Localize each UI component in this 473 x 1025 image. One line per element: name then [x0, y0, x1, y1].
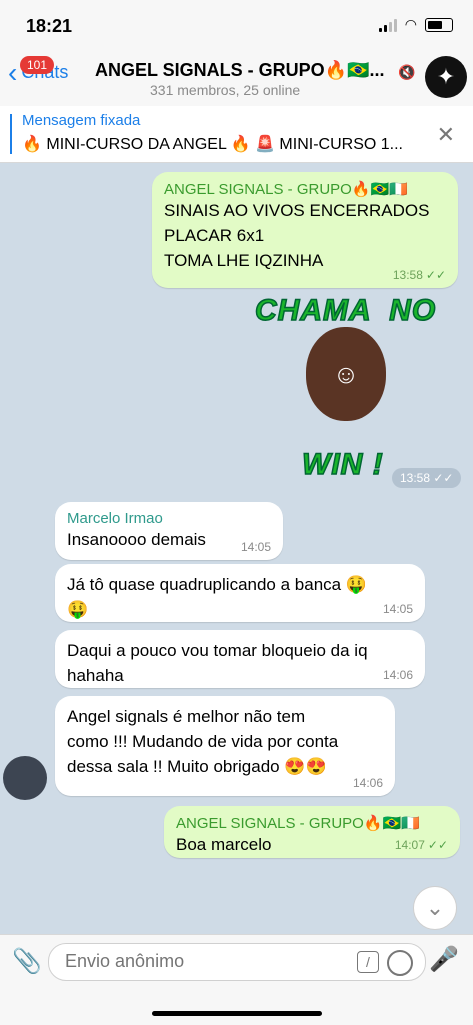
sticker-time: 13:58 ✓✓	[392, 468, 462, 488]
message-input-box[interactable]: /	[48, 943, 426, 981]
unread-badge: 101	[20, 56, 55, 74]
message-sender: Marcelo Irmao	[67, 510, 163, 527]
message-time: 14:06	[382, 668, 413, 682]
composer: 📎 / 🎤	[0, 934, 473, 1025]
message-list[interactable]: ANGEL SIGNALS - GRUPO🔥🇧🇷🇮🇪 SINAIS AO VIV…	[0, 162, 473, 934]
group-avatar[interactable]: ✦	[425, 56, 467, 98]
read-check-icon: ✓✓	[425, 268, 446, 282]
message-bubble[interactable]: Daqui a pouco vou tomar bloqueio da iq h…	[55, 630, 425, 688]
read-check-icon: ✓✓	[427, 838, 448, 852]
message-text: Daqui a pouco vou tomar bloqueio da iq h…	[67, 641, 368, 685]
status-bar: 18:21 ◠	[0, 0, 473, 48]
sticker-text-bottom: WIN !	[301, 447, 384, 482]
status-icons: ◠	[378, 16, 453, 33]
message-bubble[interactable]: Marcelo Irmao Insanoooo demais 14:05	[55, 502, 283, 560]
timer-icon[interactable]	[387, 950, 413, 976]
mic-icon[interactable]: 🎤	[429, 945, 459, 974]
attach-icon[interactable]: 📎	[12, 947, 42, 976]
message-time: 14:05	[382, 602, 413, 616]
message-sender: ANGEL SIGNALS - GRUPO🔥🇧🇷🇮🇪	[164, 181, 408, 198]
pinned-indicator	[10, 114, 12, 154]
close-icon[interactable]: ✕	[437, 122, 455, 148]
message-time: 14:06	[352, 776, 383, 790]
signal-icon	[378, 18, 397, 32]
message-time: 14:05	[240, 540, 271, 554]
wifi-icon: ◠	[404, 16, 417, 32]
pinned-title: Mensagem fixada	[22, 112, 141, 129]
message-bubble[interactable]: Já tô quase quadruplicando a banca 🤑 🤑 1…	[55, 564, 425, 622]
chevron-down-icon: ⌄	[425, 895, 445, 920]
pinned-message[interactable]: Mensagem fixada 🔥 MINI-CURSO DA ANGEL 🔥 …	[0, 106, 473, 163]
battery-icon	[425, 17, 453, 32]
sticker-image[interactable]: ☺	[306, 327, 386, 421]
scroll-down-button[interactable]: ⌄	[413, 886, 457, 930]
message-text: Já tô quase quadruplicando a banca 🤑 🤑	[67, 575, 367, 619]
chat-subtitle: 331 membros, 25 online	[150, 82, 301, 98]
message-time: 13:58 ✓✓	[392, 268, 446, 282]
command-icon[interactable]: /	[357, 951, 379, 973]
message-text: SINAIS AO VIVOS ENCERRADOS PLACAR 6x1 TO…	[164, 201, 430, 270]
message-bubble[interactable]: ANGEL SIGNALS - GRUPO🔥🇧🇷🇮🇪 SINAIS AO VIV…	[152, 172, 458, 288]
message-bubble[interactable]: ANGEL SIGNALS - GRUPO🔥🇧🇷🇮🇪 Boa marcelo 1…	[164, 806, 460, 858]
chat-header: ‹ Chats 101 ANGEL SIGNALS - GRUPO🔥🇧🇷... …	[0, 48, 473, 107]
back-chevron-icon: ‹	[8, 56, 18, 88]
sticker-text-top: CHAMA NO	[254, 293, 437, 328]
message-bubble[interactable]: Angel signals é melhor não tem como !!! …	[55, 696, 395, 796]
message-input[interactable]	[63, 950, 337, 973]
status-time: 18:21	[26, 16, 73, 36]
message-time: 14:07 ✓✓	[394, 838, 448, 852]
sender-avatar[interactable]	[3, 756, 47, 800]
mute-icon: 🔇	[398, 64, 416, 80]
message-sender: ANGEL SIGNALS - GRUPO🔥🇧🇷🇮🇪	[176, 815, 420, 832]
pinned-text: 🔥 MINI-CURSO DA ANGEL 🔥 🚨 MINI-CURSO 1..…	[22, 136, 403, 153]
home-indicator	[152, 1011, 322, 1016]
message-text: Angel signals é melhor não tem como !!! …	[67, 707, 339, 776]
chat-title[interactable]: ANGEL SIGNALS - GRUPO🔥🇧🇷...	[95, 60, 415, 81]
